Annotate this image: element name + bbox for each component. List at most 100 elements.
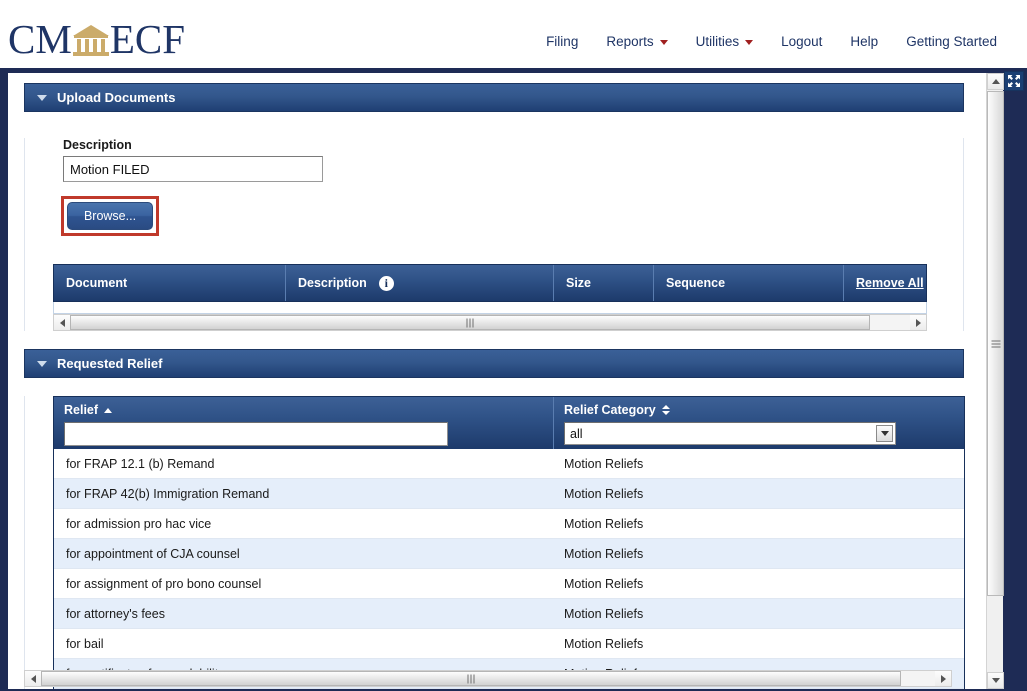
column-header-remove-all[interactable]: Remove All xyxy=(844,265,926,301)
page-vscrollbar-thumb[interactable] xyxy=(987,91,1004,596)
nav-item-label: Utilities xyxy=(696,34,740,49)
chevron-down-icon[interactable] xyxy=(876,425,893,442)
relief-name-cell: for appointment of CJA counsel xyxy=(54,547,554,561)
column-header-sequence[interactable]: Sequence xyxy=(654,265,844,301)
courthouse-icon xyxy=(73,23,109,56)
relief-column: Relief xyxy=(54,397,554,449)
section-body-requested-relief: Relief Relief Category xyxy=(24,396,964,689)
column-header-description[interactable]: Description i xyxy=(286,265,554,301)
relief-name-cell: for FRAP 12.1 (b) Remand xyxy=(54,457,554,471)
relief-row[interactable]: for FRAP 12.1 (b) RemandMotion Reliefs xyxy=(54,449,964,479)
section-header-upload-documents[interactable]: Upload Documents xyxy=(24,83,964,112)
section-title: Requested Relief xyxy=(57,356,162,371)
relief-category-column: Relief Category all xyxy=(554,397,964,449)
relief-category-cell: Motion Reliefs xyxy=(554,487,964,501)
hscrollbar-thumb[interactable] xyxy=(70,315,870,330)
caret-down-icon xyxy=(37,95,47,101)
scroll-up-arrow-icon[interactable] xyxy=(987,73,1004,90)
scroll-left-arrow-icon[interactable] xyxy=(54,315,70,330)
sort-both-icon xyxy=(662,405,670,415)
relief-row[interactable]: for assignment of pro bono counselMotion… xyxy=(54,569,964,599)
top-navigation: Filing Reports Utilities Logout Help Get… xyxy=(532,32,1011,51)
relief-category-select[interactable]: all xyxy=(564,422,896,445)
relief-category-cell: Motion Reliefs xyxy=(554,457,964,471)
relief-row[interactable]: for FRAP 42(b) Immigration RemandMotion … xyxy=(54,479,964,509)
relief-name-cell: for admission pro hac vice xyxy=(54,517,554,531)
page-frame: Upload Documents Description Browse... D… xyxy=(0,68,1027,691)
column-label: Relief Category xyxy=(564,403,656,417)
relief-table: Relief Relief Category xyxy=(53,396,965,689)
scroll-down-arrow-icon[interactable] xyxy=(987,672,1004,689)
hscrollbar-track[interactable] xyxy=(870,315,910,330)
relief-row[interactable]: for attorney's feesMotion Reliefs xyxy=(54,599,964,629)
section-header-requested-relief[interactable]: Requested Relief xyxy=(24,349,964,378)
nav-item-label: Logout xyxy=(781,34,822,49)
relief-row[interactable]: for appointment of CJA counselMotion Rel… xyxy=(54,539,964,569)
browse-button[interactable]: Browse... xyxy=(67,202,153,230)
remove-all-link[interactable]: Remove All xyxy=(856,276,924,290)
page-viewport: Upload Documents Description Browse... D… xyxy=(8,73,1002,689)
page-content: Upload Documents Description Browse... D… xyxy=(8,73,970,689)
relief-row[interactable]: for admission pro hac viceMotion Reliefs xyxy=(54,509,964,539)
column-header-relief[interactable]: Relief xyxy=(64,403,553,417)
relief-name-cell: for attorney's fees xyxy=(54,607,554,621)
relief-category-cell: Motion Reliefs xyxy=(554,577,964,591)
sort-ascending-icon xyxy=(104,408,112,413)
description-input[interactable] xyxy=(63,156,323,182)
scroll-right-arrow-icon[interactable] xyxy=(910,315,926,330)
documents-table-empty-body xyxy=(53,302,927,314)
relief-filter-input[interactable] xyxy=(64,422,448,446)
relief-table-body: for FRAP 12.1 (b) RemandMotion Reliefsfo… xyxy=(54,449,964,689)
nav-item-help[interactable]: Help xyxy=(836,32,892,51)
relief-category-cell: Motion Reliefs xyxy=(554,607,964,621)
scroll-left-arrow-icon[interactable] xyxy=(25,671,41,686)
browse-button-highlight: Browse... xyxy=(61,196,159,236)
relief-category-cell: Motion Reliefs xyxy=(554,637,964,651)
relief-name-cell: for assignment of pro bono counsel xyxy=(54,577,554,591)
relief-category-cell: Motion Reliefs xyxy=(554,547,964,561)
documents-table-hscrollbar[interactable] xyxy=(53,314,927,331)
chevron-down-icon xyxy=(660,40,668,45)
nav-item-label: Getting Started xyxy=(906,34,997,49)
column-label: Document xyxy=(66,276,127,290)
nav-item-filing[interactable]: Filing xyxy=(532,32,592,51)
page-hscrollbar-thumb[interactable] xyxy=(41,671,901,686)
relief-table-header: Relief Relief Category xyxy=(54,397,964,449)
page-hscrollbar-track[interactable] xyxy=(901,671,935,686)
relief-row[interactable]: for bailMotion Reliefs xyxy=(54,629,964,659)
nav-item-utilities[interactable]: Utilities xyxy=(682,32,768,51)
column-label: Sequence xyxy=(666,276,725,290)
relief-name-cell: for FRAP 42(b) Immigration Remand xyxy=(54,487,554,501)
chevron-down-icon xyxy=(745,40,753,45)
column-label: Relief xyxy=(64,403,98,417)
relief-category-selected-value: all xyxy=(565,427,583,441)
info-icon[interactable]: i xyxy=(379,276,394,291)
column-header-document[interactable]: Document xyxy=(54,265,286,301)
column-label: Size xyxy=(566,276,591,290)
nav-item-label: Reports xyxy=(606,34,653,49)
nav-item-logout[interactable]: Logout xyxy=(767,32,836,51)
expand-fullscreen-icon[interactable] xyxy=(1004,71,1024,91)
documents-table-header: Document Description i Size Sequence xyxy=(53,264,927,302)
description-label: Description xyxy=(63,138,963,152)
column-header-relief-category[interactable]: Relief Category xyxy=(564,403,964,417)
nav-item-label: Filing xyxy=(546,34,578,49)
relief-name-cell: for bail xyxy=(54,637,554,651)
relief-category-cell: Motion Reliefs xyxy=(554,517,964,531)
nav-item-label: Help xyxy=(850,34,878,49)
caret-down-icon xyxy=(37,361,47,367)
column-label: Description xyxy=(298,276,367,290)
nav-item-reports[interactable]: Reports xyxy=(592,32,681,51)
section-title: Upload Documents xyxy=(57,90,175,105)
logo-text-ecf: ECF xyxy=(110,19,185,60)
scroll-right-arrow-icon[interactable] xyxy=(935,671,951,686)
logo-text-cm: CM xyxy=(8,19,72,60)
page-hscrollbar[interactable] xyxy=(24,670,952,687)
brand-bar: CM ECF Filing Reports Utilities Lo xyxy=(0,0,1027,68)
column-header-size[interactable]: Size xyxy=(554,265,654,301)
cmecf-page: CM ECF Filing Reports Utilities Lo xyxy=(0,0,1027,691)
cmecf-logo: CM ECF xyxy=(8,16,185,62)
nav-item-getting-started[interactable]: Getting Started xyxy=(892,32,1011,51)
page-vscrollbar[interactable] xyxy=(986,73,1003,689)
documents-table: Document Description i Size Sequence xyxy=(53,264,927,331)
